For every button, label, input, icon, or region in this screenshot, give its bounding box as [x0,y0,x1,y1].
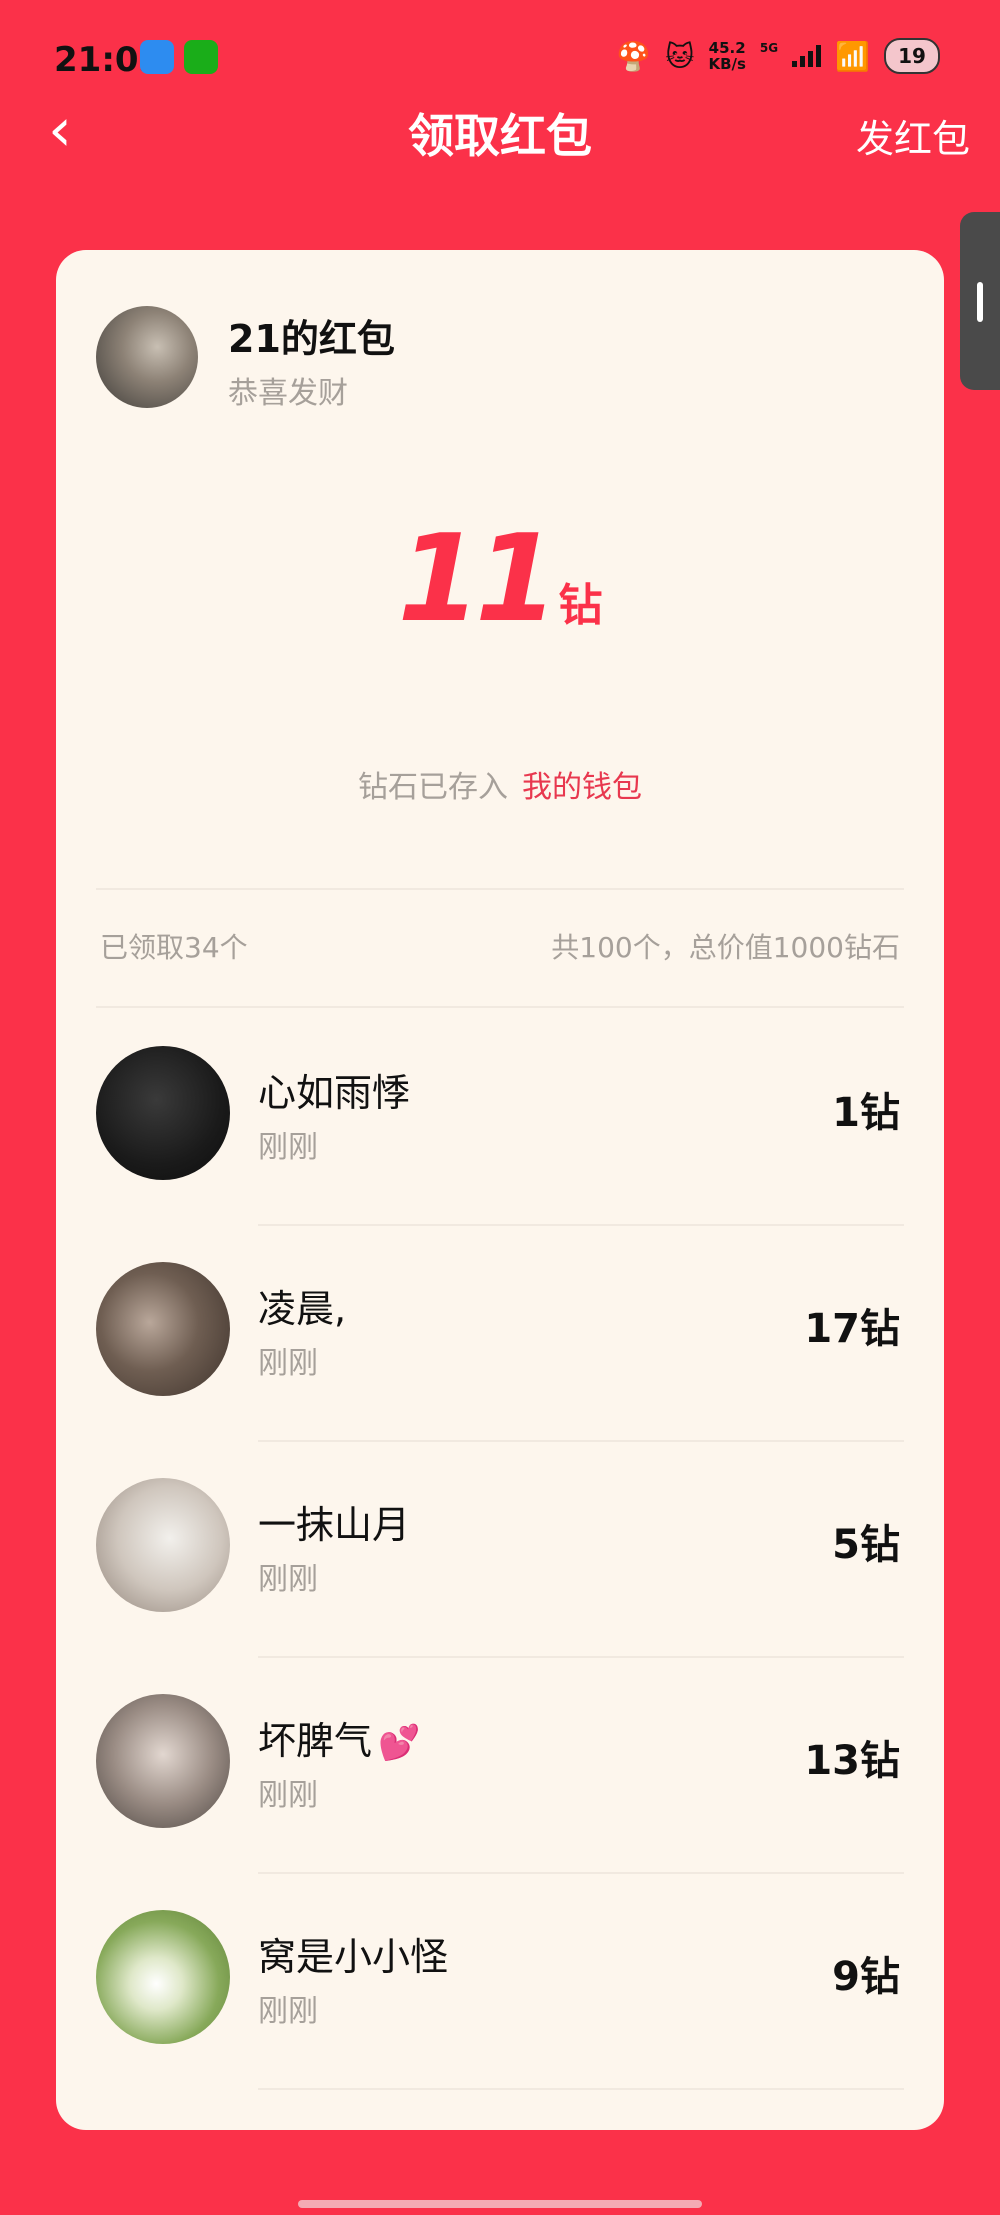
mushroom-icon: 🍄 [616,39,652,73]
divider [96,888,904,890]
list-item[interactable]: 坏脾气 💕 刚刚 13钻 [56,1658,944,1874]
avatar[interactable] [96,1262,230,1396]
claim-amount: 5钻 [832,1522,900,1568]
wifi-icon: 📶 [835,39,870,73]
floating-side-handle[interactable] [960,212,1000,390]
avatar[interactable] [96,1910,230,2044]
sender-name: 21的红包 [228,317,395,361]
claim-list: 心如雨悸 刚刚 1钻 凌晨, 刚刚 17钻 一抹山月 刚刚 5钻 坏脾气 💕 刚刚… [56,1010,944,2090]
amount-value: 11 [397,510,559,649]
divider [258,2088,904,2090]
claim-amount: 13钻 [804,1738,900,1784]
network-speed: 45.2 KB/s [708,40,745,72]
status-indicators: 🍄 🐱 45.2 KB/s 5G 📶 19 [616,38,940,74]
wallet-notice: 钻石已存入 我的钱包 [56,762,944,806]
claim-time: 刚刚 [258,1994,318,2029]
network-type: 5G [759,41,779,55]
divider [96,1006,904,1008]
claimer-name: 坏脾气 [258,1719,373,1763]
claim-time: 刚刚 [258,1778,318,1813]
send-red-packet-button[interactable]: 发红包 [856,108,970,163]
wechat-notification-icon [184,40,218,74]
amount-unit: 钻 [558,580,603,631]
claim-time: 刚刚 [258,1346,318,1381]
cell-signal-icon [792,45,822,67]
claimed-count: 已领取34个 [100,931,248,964]
total-summary: 共100个，总价值1000钻石 [551,931,900,964]
list-item[interactable]: 心如雨悸 刚刚 1钻 [56,1010,944,1226]
avatar[interactable] [96,1046,230,1180]
page-title: 领取红包 [408,109,592,163]
sender-avatar[interactable] [96,306,198,408]
claimer-name: 窝是小小怪 [258,1935,449,1979]
my-wallet-link[interactable]: 我的钱包 [522,770,642,805]
home-indicator[interactable] [298,2200,702,2208]
avatar[interactable] [96,1694,230,1828]
avatar[interactable] [96,1478,230,1612]
baidu-notification-icon [140,40,174,74]
network-speed-value: 45.2 [708,39,746,57]
red-packet-card: 21的红包 恭喜发财 11 钻 钻石已存入 我的钱包 已领取34个 共100个，总价… [56,250,944,2130]
list-item[interactable]: 一抹山月 刚刚 5钻 [56,1442,944,1658]
two-hearts-emoji: 💕 [378,1723,421,1763]
claim-time: 刚刚 [258,1130,318,1165]
claim-amount: 1钻 [832,1090,900,1136]
claimer-name: 凌晨, [258,1287,347,1331]
battery-level: 19 [884,38,940,74]
claimer-name: 一抹山月 [258,1503,411,1547]
greeting-text: 恭喜发财 [228,376,348,411]
list-item[interactable]: 窝是小小怪 刚刚 9钻 [56,1874,944,2090]
network-speed-unit: KB/s [708,55,746,73]
claim-amount: 9钻 [832,1954,900,2000]
received-amount: 11 钻 [56,510,944,649]
claim-amount: 17钻 [804,1306,900,1352]
claim-time: 刚刚 [258,1562,318,1597]
wallet-label: 钻石已存入 [358,770,508,805]
cat-icon: 🐱 [665,39,695,73]
claimer-name-with-emoji: 坏脾气 💕 [258,1710,420,1765]
list-item[interactable]: 凌晨, 刚刚 17钻 [56,1226,944,1442]
claimer-name: 心如雨悸 [258,1071,411,1115]
